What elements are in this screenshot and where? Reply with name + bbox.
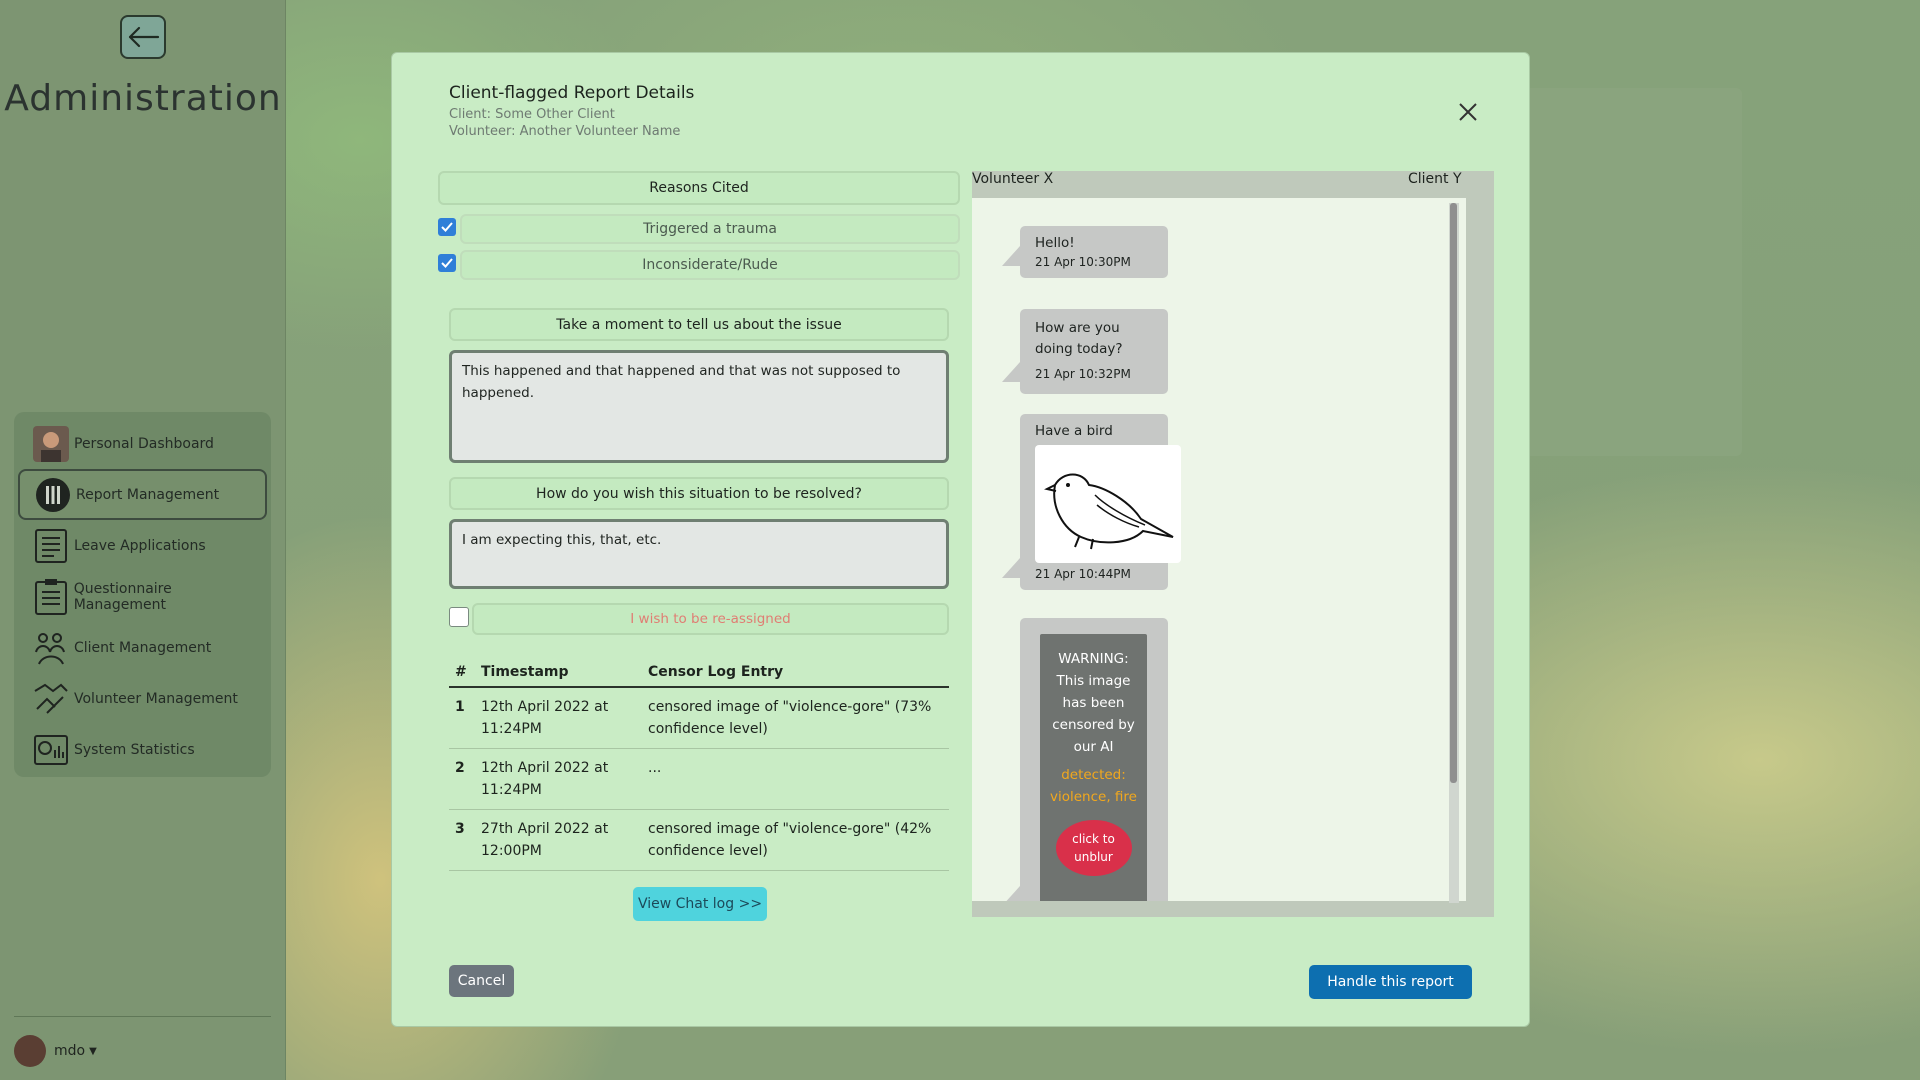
- username: mdo: [54, 1043, 86, 1059]
- chat-message: Have a bird 21 Apr 10:44PM: [1002, 414, 1181, 590]
- message-time: 21 Apr 10:30PM: [1035, 255, 1131, 269]
- row-number: 2: [455, 760, 465, 776]
- handle-report-button[interactable]: Handle this report: [1309, 965, 1472, 999]
- censored-image: WARNING: This image has been censored by…: [1040, 634, 1147, 901]
- sidebar-item-leave-applications[interactable]: Leave Applications: [18, 520, 267, 571]
- row-timestamp: 12th April 2022 at 11:24PM: [481, 699, 609, 737]
- chat-right-name: Client Y: [1408, 171, 1462, 187]
- view-chat-log-button[interactable]: View Chat log >>: [633, 887, 767, 921]
- row-number: 1: [455, 699, 465, 715]
- row-entry: censored image of "violence-gore" (42% c…: [648, 821, 932, 859]
- censor-detected: detected: violence, fire: [1050, 767, 1137, 805]
- column-header: Censor Log Entry: [648, 664, 784, 680]
- chat-message: Hello! 21 Apr 10:30PM: [1002, 226, 1168, 278]
- sidebar-item-volunteer-management[interactable]: Volunteer Management: [18, 673, 267, 724]
- bird-icon: [1044, 473, 1174, 550]
- sidebar-item-questionnaire-management[interactable]: Questionnaire Management: [18, 571, 267, 622]
- bird-image[interactable]: [1035, 445, 1181, 563]
- reason-label-2: Inconsiderate/Rude: [460, 250, 960, 280]
- resolve-prompt: How do you wish this situation to be res…: [449, 477, 949, 510]
- document-list-icon: [32, 527, 70, 565]
- reassign-checkbox[interactable]: [449, 607, 469, 627]
- reason-label-1: Triggered a trauma: [460, 214, 960, 244]
- row-timestamp: 12th April 2022 at 11:24PM: [481, 760, 609, 798]
- chat-message: How are you doing today? 21 Apr 10:32PM: [1002, 309, 1168, 394]
- arrow-left-icon: [128, 26, 160, 48]
- cancel-button[interactable]: Cancel: [449, 965, 514, 997]
- user-menu[interactable]: mdo ▼: [14, 1016, 271, 1067]
- censored-message: WARNING: This image has been censored by…: [1002, 618, 1168, 901]
- sidebar-item-label: Report Management: [76, 486, 220, 503]
- table-row: 1 12th April 2022 at 11:24PM censored im…: [449, 688, 949, 749]
- report-badge-icon: [34, 476, 72, 514]
- reasons-header: Reasons Cited: [438, 171, 960, 205]
- handshake-icon: [32, 680, 70, 718]
- sidebar-item-label: Volunteer Management: [74, 690, 238, 707]
- message-text: Have a bird: [1035, 423, 1113, 439]
- chart-icon: [32, 731, 70, 769]
- sidebar-item-label: Leave Applications: [74, 537, 206, 554]
- profile-photo-icon: [32, 425, 70, 463]
- modal-client: Client: Some Other Client: [449, 107, 615, 122]
- message-text: How are you doing today?: [1035, 320, 1123, 357]
- resolve-textarea[interactable]: I am expecting this, that, etc.: [449, 519, 949, 589]
- sidebar-item-label: Questionnaire Management: [73, 580, 172, 613]
- table-row: 3 27th April 2022 at 12:00PM censored im…: [449, 810, 949, 871]
- caret-down-icon: ▼: [89, 1045, 97, 1057]
- censor-warning: WARNING: This image has been censored by…: [1052, 651, 1135, 755]
- sidebar-item-personal-dashboard[interactable]: Personal Dashboard: [18, 418, 267, 469]
- report-details-modal: Client-flagged Report Details Client: So…: [391, 52, 1530, 1027]
- clipboard-icon: [32, 578, 70, 616]
- sidebar-item-label: Personal Dashboard: [74, 435, 214, 452]
- people-icon: [32, 629, 70, 667]
- issue-prompt: Take a moment to tell us about the issue: [449, 308, 949, 341]
- reason-checkbox-1[interactable]: [438, 218, 456, 236]
- sidebar-item-report-management[interactable]: Report Management: [18, 469, 267, 520]
- message-time: 21 Apr 10:44PM: [1035, 567, 1131, 581]
- checkmark-icon: [441, 258, 453, 268]
- sidebar-item-label: Client Management: [74, 639, 212, 656]
- sidebar-title: Administration: [4, 78, 282, 119]
- row-timestamp: 27th April 2022 at 12:00PM: [481, 821, 609, 859]
- avatar: [14, 1035, 46, 1067]
- message-text: Hello!: [1035, 235, 1075, 251]
- row-entry: ...: [648, 760, 662, 776]
- column-header: Timestamp: [481, 664, 569, 680]
- issue-textarea[interactable]: This happened and that happened and that…: [449, 350, 949, 463]
- reason-checkbox-2[interactable]: [438, 254, 456, 272]
- chat-log[interactable]: Hello! 21 Apr 10:30PM How are you doing …: [972, 198, 1466, 901]
- column-header: #: [455, 664, 467, 680]
- message-time: 21 Apr 10:32PM: [1035, 367, 1131, 381]
- modal-title: Client-flagged Report Details: [449, 83, 695, 103]
- sidebar-item-label: System Statistics: [74, 741, 195, 758]
- row-entry: censored image of "violence-gore" (73% c…: [648, 699, 932, 737]
- censor-log-table: # Timestamp Censor Log Entry 1 12th Apri…: [449, 658, 949, 871]
- sidebar: Administration Personal Dashboard Report…: [0, 0, 286, 1080]
- close-button[interactable]: [1456, 101, 1480, 125]
- checkmark-icon: [441, 222, 453, 232]
- row-number: 3: [455, 821, 465, 837]
- close-icon: [1459, 103, 1477, 121]
- reassign-label[interactable]: I wish to be re-assigned: [472, 603, 949, 635]
- table-header: # Timestamp Censor Log Entry: [449, 658, 949, 688]
- modal-volunteer: Volunteer: Another Volunteer Name: [449, 124, 681, 139]
- back-button[interactable]: [120, 15, 166, 59]
- sidebar-item-client-management[interactable]: Client Management: [18, 622, 267, 673]
- table-row: 2 12th April 2022 at 11:24PM ...: [449, 749, 949, 810]
- chat-scrollbar-thumb[interactable]: [1450, 203, 1457, 783]
- sidebar-nav: Personal Dashboard Report Management Lea…: [14, 412, 271, 777]
- chat-left-name: Volunteer X: [972, 171, 1054, 187]
- sidebar-item-system-statistics[interactable]: System Statistics: [18, 724, 267, 775]
- unblur-button[interactable]: click to unblur: [1055, 820, 1132, 876]
